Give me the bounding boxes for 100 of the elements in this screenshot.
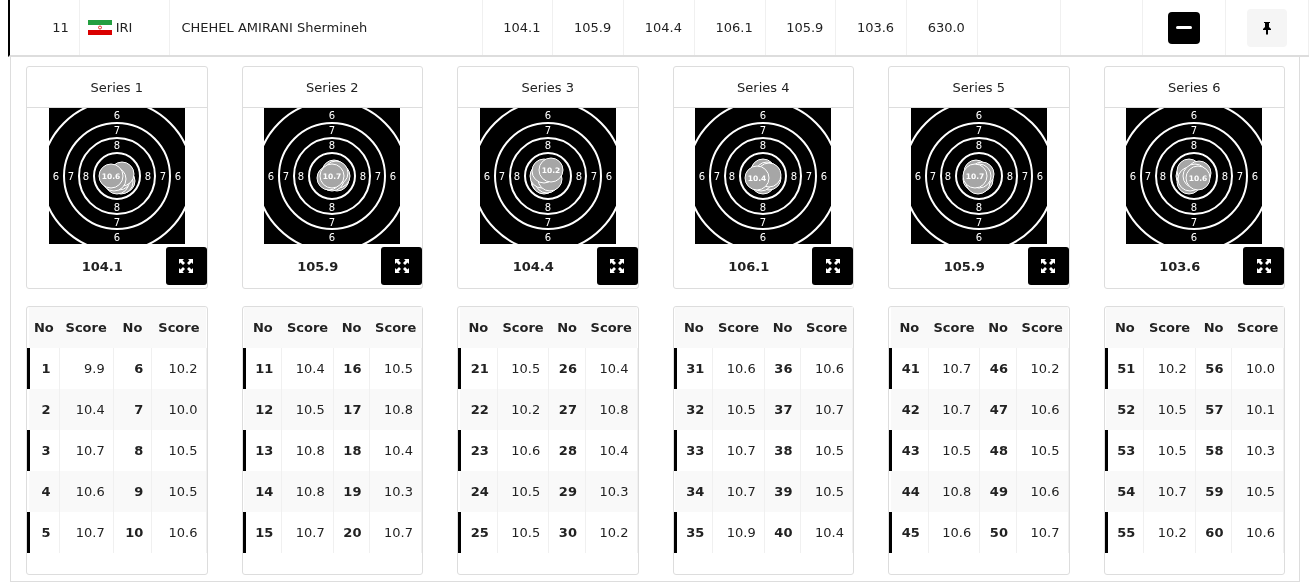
- table-cell: 10.0: [151, 389, 206, 430]
- column-header: No: [675, 307, 713, 348]
- table-cell: 10.2: [497, 389, 549, 430]
- table-cell: 39: [764, 471, 801, 512]
- table-cell: 10.7: [1016, 512, 1068, 553]
- column-header: Score: [281, 307, 334, 348]
- column-header: No: [459, 307, 498, 348]
- table-cell: 12: [244, 389, 282, 430]
- table-cell: 10.3: [585, 471, 637, 512]
- expand-button[interactable]: [1243, 247, 1284, 285]
- series-title: Series 4: [737, 79, 790, 95]
- table-cell: 10.1: [1231, 389, 1284, 430]
- column-header: No: [764, 307, 801, 348]
- column-header: Score: [712, 307, 765, 348]
- table-cell: 54: [1106, 471, 1144, 512]
- table-cell: 10.6: [1016, 471, 1068, 512]
- series-title: Series 2: [306, 79, 359, 95]
- table-cell: 5: [28, 512, 60, 553]
- table-cell: 10.5: [1231, 471, 1284, 512]
- table-cell: 57: [1195, 389, 1232, 430]
- series-title: Series 6: [1168, 79, 1221, 95]
- table-cell: 10.5: [712, 389, 765, 430]
- table-cell: 10.5: [497, 512, 549, 553]
- collapse-button[interactable]: [1168, 11, 1201, 44]
- expand-icon: [825, 259, 840, 273]
- table-cell: 37: [764, 389, 801, 430]
- expand-button[interactable]: [596, 247, 638, 285]
- flag-icon: [87, 20, 112, 35]
- table-cell: 10.7: [928, 389, 980, 430]
- expand-icon: [610, 259, 624, 273]
- table-cell: 10.2: [1143, 512, 1196, 553]
- expand-button[interactable]: [381, 247, 422, 285]
- table-cell: 59: [1195, 471, 1232, 512]
- table-cell: 10: [113, 512, 152, 553]
- column-header: Score: [59, 307, 114, 348]
- table-cell: 10.8: [281, 471, 334, 512]
- table-cell: 10.4: [59, 389, 114, 430]
- column-header: No: [1195, 307, 1232, 348]
- table-cell: 10.6: [1231, 512, 1284, 553]
- table-cell: 10.7: [1143, 471, 1196, 512]
- table-cell: 10.2: [585, 512, 637, 553]
- column-header: Score: [1016, 307, 1068, 348]
- column-header: No: [548, 307, 586, 348]
- table-cell: 19: [333, 471, 370, 512]
- table-cell: 10.7: [59, 512, 114, 553]
- table-cell: 10.7: [712, 471, 765, 512]
- table-cell: 29: [548, 471, 586, 512]
- table-cell: 24: [459, 471, 498, 512]
- table-cell: 7: [113, 389, 152, 430]
- column-header: Score: [800, 307, 853, 348]
- table-cell: 10.7: [800, 389, 853, 430]
- expand-icon: [1041, 259, 1055, 273]
- expand-icon: [1256, 259, 1271, 273]
- series-title: Series 1: [90, 79, 143, 95]
- table-cell: 10.3: [369, 471, 422, 512]
- table-cell: 22: [459, 389, 498, 430]
- table-cell: 10.6: [928, 512, 980, 553]
- column-header: Score: [928, 307, 980, 348]
- table-cell: 17: [333, 389, 370, 430]
- expand-button[interactable]: [812, 247, 853, 285]
- series-score: 105.9: [786, 20, 824, 35]
- pin-button[interactable]: [1247, 8, 1288, 47]
- series-total: 106.1: [727, 258, 771, 274]
- rank: 11: [52, 20, 69, 35]
- series-total: 104.4: [511, 258, 555, 274]
- series-score: 104.4: [644, 20, 682, 35]
- pin-icon: [1261, 20, 1274, 35]
- athlete-name: CHEHEL AMIRANI Shermineh: [181, 20, 368, 35]
- table-cell: 47: [979, 389, 1017, 430]
- table-cell: 25: [459, 512, 498, 553]
- table-cell: 49: [979, 471, 1017, 512]
- table-cell: 10.4: [800, 512, 853, 553]
- table-cell: 20: [333, 512, 370, 553]
- total-score: 630.0: [927, 20, 965, 35]
- column-header: No: [979, 307, 1017, 348]
- table-cell: 10.5: [497, 471, 549, 512]
- expand-button[interactable]: [1027, 247, 1069, 285]
- table-cell: 10.7: [281, 512, 334, 553]
- column-header: No: [244, 307, 282, 348]
- series-title: Series 5: [952, 79, 1005, 95]
- column-header: No: [1106, 307, 1144, 348]
- series-score: 106.1: [715, 20, 753, 35]
- table-cell: 10.5: [800, 471, 853, 512]
- expand-button[interactable]: [165, 247, 207, 285]
- table-cell: 34: [675, 471, 713, 512]
- column-header: Score: [369, 307, 422, 348]
- table-cell: 10.6: [1016, 389, 1068, 430]
- series-score: 105.9: [573, 20, 612, 35]
- nation-code: IRI: [115, 20, 133, 35]
- column-header: No: [113, 307, 152, 348]
- series-total: 103.6: [1158, 258, 1202, 274]
- table-cell: 10.6: [151, 512, 206, 553]
- table-cell: 55: [1106, 512, 1144, 553]
- table-cell: 10.7: [369, 512, 422, 553]
- table-cell: 40: [764, 512, 801, 553]
- series-score: 103.6: [856, 20, 895, 35]
- table-cell: 50: [979, 512, 1017, 553]
- table-cell: 35: [675, 512, 713, 553]
- series-total: 104.1: [80, 258, 124, 274]
- table-cell: 10.5: [1143, 389, 1196, 430]
